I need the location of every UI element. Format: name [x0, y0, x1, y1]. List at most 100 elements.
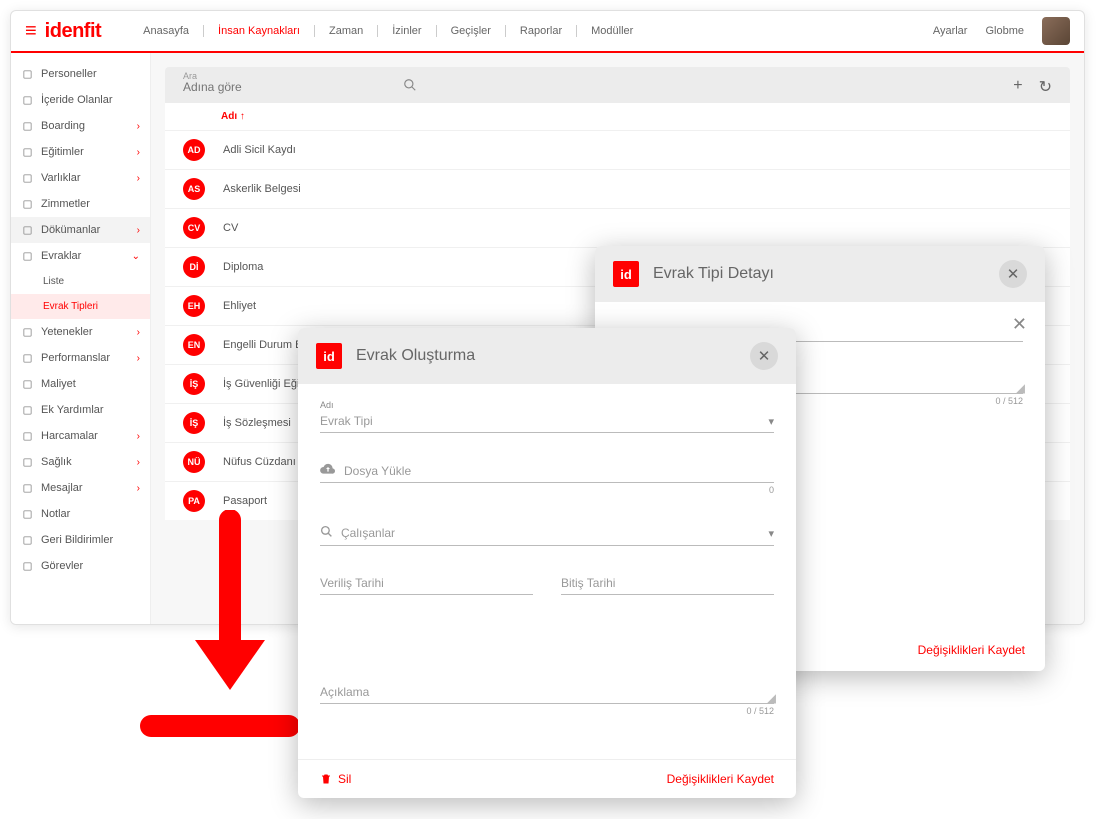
chevron-icon: ›	[137, 147, 140, 158]
row-name: Askerlik Belgesi	[223, 183, 301, 195]
row-badge: EN	[183, 334, 205, 356]
sidebar-label: Geri Bildirimler	[41, 534, 113, 546]
nav-raporlar[interactable]: Raporlar	[506, 25, 577, 37]
search-input[interactable]	[183, 80, 403, 94]
field-evrak-tipi[interactable]: Adı Evrak Tipi ▾	[320, 400, 774, 433]
note-icon	[21, 508, 33, 520]
person-icon	[21, 68, 33, 80]
search-icon[interactable]	[403, 78, 417, 97]
row-name: CV	[223, 222, 238, 234]
avatar[interactable]	[1042, 17, 1070, 45]
edu-icon	[21, 146, 33, 158]
field-aciklama[interactable]: Açıklama ◢ 0 / 512	[320, 681, 774, 716]
settings-link[interactable]: Ayarlar	[933, 25, 968, 37]
asset-icon	[21, 172, 33, 184]
sidebar-item[interactable]: Personeller	[11, 61, 150, 87]
health-icon	[21, 456, 33, 468]
table-row[interactable]: CV CV	[165, 208, 1070, 247]
modal-header: id Evrak Tipi Detayı ✕	[595, 246, 1045, 302]
field-placeholder: Bitiş Tarihi	[561, 576, 615, 590]
field-bitis-tarihi[interactable]: Bitiş Tarihi	[561, 572, 774, 595]
perf-icon	[21, 352, 33, 364]
nav-anasayfa[interactable]: Anasayfa	[129, 25, 204, 37]
delete-button[interactable]: Sil	[320, 772, 351, 786]
hamburger-icon[interactable]: ≡	[25, 20, 37, 43]
sidebar-label: Görevler	[41, 560, 83, 572]
nav-geçişler[interactable]: Geçişler	[437, 25, 506, 37]
nav-i̇nsan kaynakları[interactable]: İnsan Kaynakları	[204, 25, 315, 37]
chevron-down-icon: ▾	[768, 415, 774, 428]
modal-logo-icon: id	[613, 261, 639, 287]
row-name: Adli Sicil Kaydı	[223, 144, 296, 156]
modal-logo-icon: id	[316, 343, 342, 369]
modal-title: Evrak Tipi Detayı	[653, 265, 774, 283]
sidebar-item[interactable]: Evrak Tipleri	[11, 294, 150, 319]
search-icon	[320, 525, 333, 541]
row-badge: CV	[183, 217, 205, 239]
sidebar-label: Liste	[43, 276, 64, 287]
field-placeholder: Evrak Tipi	[320, 414, 373, 428]
topnav: Anasayfaİnsan KaynaklarıZamanİzinlerGeçi…	[129, 25, 647, 37]
field-placeholder: Veriliş Tarihi	[320, 576, 384, 590]
modal-evrak-olusturma: id Evrak Oluşturma ✕ Adı Evrak Tipi ▾ Do…	[298, 328, 796, 798]
table-row[interactable]: AD Adli Sicil Kaydı	[165, 130, 1070, 169]
sidebar-item[interactable]: Varlıklar›	[11, 165, 150, 191]
inside-icon	[21, 94, 33, 106]
resize-icon: ◢	[1016, 381, 1025, 395]
save-button[interactable]: Değişiklikleri Kaydet	[918, 643, 1025, 657]
sidebar-item[interactable]: Dökümanlar›	[11, 217, 150, 243]
sidebar-item[interactable]: Görevler	[11, 553, 150, 579]
sidebar-item[interactable]: Mesajlar›	[11, 475, 150, 501]
sidebar-label: Zimmetler	[41, 198, 90, 210]
clear-icon[interactable]: ✕	[1012, 314, 1027, 335]
sidebar-item[interactable]: Performanslar›	[11, 345, 150, 371]
sidebar-item[interactable]: Zimmetler	[11, 191, 150, 217]
row-badge: Dİ	[183, 256, 205, 278]
nav-zaman[interactable]: Zaman	[315, 25, 378, 37]
sidebar-item[interactable]: Yetenekler›	[11, 319, 150, 345]
nav-modüller[interactable]: Modüller	[577, 25, 647, 37]
sidebar-item[interactable]: Liste	[11, 269, 150, 294]
sidebar-item[interactable]: Boarding ›	[11, 113, 150, 139]
chevron-icon: ›	[137, 173, 140, 184]
sidebar-item[interactable]: Evraklar⌄	[11, 243, 150, 269]
sidebar-label: Notlar	[41, 508, 70, 520]
sidebar-item[interactable]: Geri Bildirimler	[11, 527, 150, 553]
sidebar: Personellerİçeride OlanlarBoarding›Eğiti…	[11, 53, 151, 624]
doc-icon	[21, 224, 33, 236]
nav-i̇zinler[interactable]: İzinler	[378, 25, 436, 37]
close-icon[interactable]: ✕	[750, 342, 778, 370]
table-row[interactable]: ASAskerlik Belgesi	[165, 169, 1070, 208]
resize-icon: ◢	[767, 691, 776, 705]
row-name: Nüfus Cüzdanı	[223, 456, 296, 468]
sidebar-label: Boarding	[41, 120, 85, 132]
sidebar-item[interactable]: Sağlık›	[11, 449, 150, 475]
upload-label: Dosya Yükle	[344, 464, 411, 478]
field-dosya-yukle[interactable]: Dosya Yükle 0	[320, 459, 774, 495]
refresh-icon[interactable]: ↻	[1039, 77, 1052, 97]
sidebar-item[interactable]: Ek Yardımlar	[11, 397, 150, 423]
row-name: İş Sözleşmesi	[223, 417, 291, 429]
sidebar-item[interactable]: Eğitimler›	[11, 139, 150, 165]
sidebar-item[interactable]: Harcamalar›	[11, 423, 150, 449]
add-icon[interactable]: +	[1013, 77, 1022, 97]
row-badge: NÜ	[183, 451, 205, 473]
field-placeholder: Çalışanlar	[341, 526, 395, 540]
table-header[interactable]: Adı ↑	[165, 103, 1070, 130]
col-name: Adı	[221, 111, 237, 122]
sidebar-item[interactable]: Maliyet	[11, 371, 150, 397]
chevron-icon: ›	[137, 353, 140, 364]
field-verilis-tarihi[interactable]: Veriliş Tarihi	[320, 572, 533, 595]
chevron-icon: ›	[137, 225, 140, 236]
username[interactable]: Globme	[985, 25, 1024, 37]
close-icon[interactable]: ✕	[999, 260, 1027, 288]
row-badge: AD	[183, 139, 205, 161]
field-calisanlar[interactable]: Çalışanlar ▾	[320, 521, 774, 546]
chevron-icon: ›	[137, 121, 140, 132]
sidebar-item[interactable]: İçeride Olanlar	[11, 87, 150, 113]
task-icon	[21, 560, 33, 572]
sidebar-item[interactable]: Notlar	[11, 501, 150, 527]
modal-footer: Sil Değişiklikleri Kaydet	[298, 759, 796, 798]
sidebar-label: Mesajlar	[41, 482, 83, 494]
save-button[interactable]: Değişiklikleri Kaydet	[667, 772, 774, 786]
